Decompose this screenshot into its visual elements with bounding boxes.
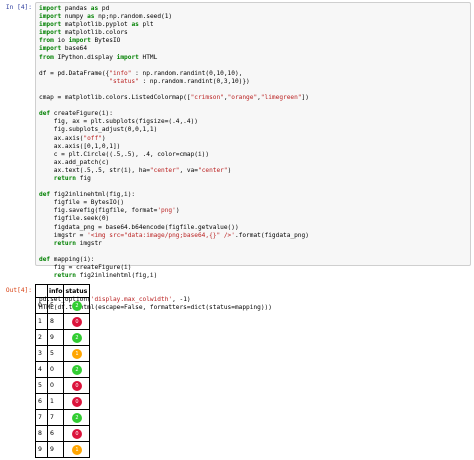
code-line: fig.subplots_adjust(0,0,1,1) (39, 126, 158, 134)
dataframe-table: info status 0521802923514025006107728609… (35, 284, 91, 458)
status-circle-icon: 1 (71, 444, 82, 455)
info-cell: 9 (46, 441, 65, 458)
status-cell: 0 (63, 425, 91, 442)
status-cell: 1 (63, 345, 91, 362)
status-circle-icon: 2 (71, 300, 82, 311)
output-area: info status 0521802923514025006107728609… (35, 284, 91, 458)
row-index: 2 (35, 329, 48, 346)
table-row: 500 (35, 377, 91, 394)
code-line: def createFigure(i): (39, 110, 113, 118)
info-cell: 9 (46, 329, 65, 346)
info-cell: 5 (46, 297, 65, 314)
table-header-row: info status (35, 284, 91, 298)
status-cell: 2 (63, 409, 91, 426)
index-header (35, 284, 48, 298)
status-circle-icon: 2 (71, 332, 82, 343)
row-index: 1 (35, 313, 48, 330)
row-index: 9 (35, 441, 48, 458)
code-line: ​ (39, 86, 309, 94)
output-prompt: Out[4]: (5, 287, 32, 294)
status-circle-icon: 2 (71, 412, 82, 423)
info-header: info (46, 284, 65, 298)
code-line: figdata_png = base64.b64encode(figfile.g… (39, 223, 239, 231)
code-line: ax.axis([0,1,0,1]) (39, 142, 121, 150)
code-line: ​ (39, 248, 309, 256)
code-line: fig.savefig(figfile, format='png') (39, 207, 180, 215)
code-editor[interactable]: import pandas as pd import numpy as np;np… (39, 5, 309, 313)
code-line: return fig (53, 174, 91, 182)
code-line: ​ (39, 183, 309, 191)
input-prompt: In [4]: (5, 4, 32, 11)
info-cell: 1 (46, 393, 65, 410)
code-line: ax.add_patch(c) (39, 158, 110, 166)
code-line: ax.axis("off") (39, 134, 106, 142)
info-cell: 5 (46, 345, 65, 362)
code-line: from IPython.display import HTML (39, 53, 158, 61)
info-cell: 0 (46, 361, 65, 378)
row-index: 3 (35, 345, 48, 362)
code-line: figfile.seek(0) (39, 215, 110, 223)
table-row: 180 (35, 313, 91, 330)
table-row: 860 (35, 425, 91, 442)
status-cell: 1 (63, 441, 91, 458)
code-line: import numpy as np;np.random.seed(1) (39, 13, 173, 21)
row-index: 6 (35, 393, 48, 410)
code-cell[interactable]: import pandas as pd import numpy as np;np… (35, 2, 471, 311)
code-line: return fig2inlinehtml(fig,i) (53, 272, 158, 280)
status-cell: 0 (63, 313, 91, 330)
status-header: status (63, 284, 91, 298)
status-cell: 2 (63, 361, 91, 378)
info-cell: 7 (46, 409, 65, 426)
table-row: 292 (35, 329, 91, 346)
row-index: 4 (35, 361, 48, 378)
status-cell: 2 (63, 329, 91, 346)
code-line: def fig2inlinehtml(fig,i): (39, 191, 136, 199)
code-line: ax.text(.5,.5, str(i), ha="center", va="… (39, 166, 232, 174)
code-line: import base64 (39, 45, 88, 53)
row-index: 7 (35, 409, 48, 426)
code-line: ​ (39, 102, 309, 110)
status-circle-icon: 0 (71, 316, 82, 327)
status-circle-icon: 1 (71, 348, 82, 359)
code-line: import pandas as pd (39, 5, 110, 12)
row-index: 5 (35, 377, 48, 394)
code-line: df = pd.DataFrame({"info" : np.random.ra… (39, 69, 243, 77)
code-line: fig, ax = plt.subplots(figsize=(.4,.4)) (39, 118, 198, 126)
status-circle-icon: 0 (71, 396, 82, 407)
status-cell: 0 (63, 393, 91, 410)
info-cell: 6 (46, 425, 65, 442)
code-line: figfile = BytesIO() (39, 199, 125, 207)
code-line: fig = createFigure(i) (39, 264, 132, 271)
status-circle-icon: 2 (71, 364, 82, 375)
table-row: 610 (35, 393, 91, 410)
table-row: 052 (35, 297, 91, 314)
status-circle-icon: 0 (71, 380, 82, 391)
code-line: return imgstr (53, 239, 102, 247)
code-line: "status" : np.random.randint(0,3,10)}) (109, 77, 250, 85)
status-cell: 2 (63, 297, 91, 314)
code-line: ​ (39, 62, 309, 70)
code-line: imgstr = '<img src="data:image/png;base6… (39, 231, 309, 239)
row-index: 8 (35, 425, 48, 442)
code-line: cmap = matplotlib.colors.ListedColormap(… (39, 94, 309, 102)
table-row: 772 (35, 409, 91, 426)
code-line: def mapping(i): (39, 255, 95, 263)
table-row: 351 (35, 345, 91, 362)
row-index: 0 (35, 297, 48, 314)
info-cell: 8 (46, 313, 65, 330)
status-cell: 0 (63, 377, 91, 394)
info-cell: 0 (46, 377, 65, 394)
status-circle-icon: 0 (71, 428, 82, 439)
table-row: 991 (35, 441, 91, 458)
code-line: c = plt.Circle((.5,.5), .4, color=cmap(i… (39, 150, 210, 158)
table-row: 402 (35, 361, 91, 378)
